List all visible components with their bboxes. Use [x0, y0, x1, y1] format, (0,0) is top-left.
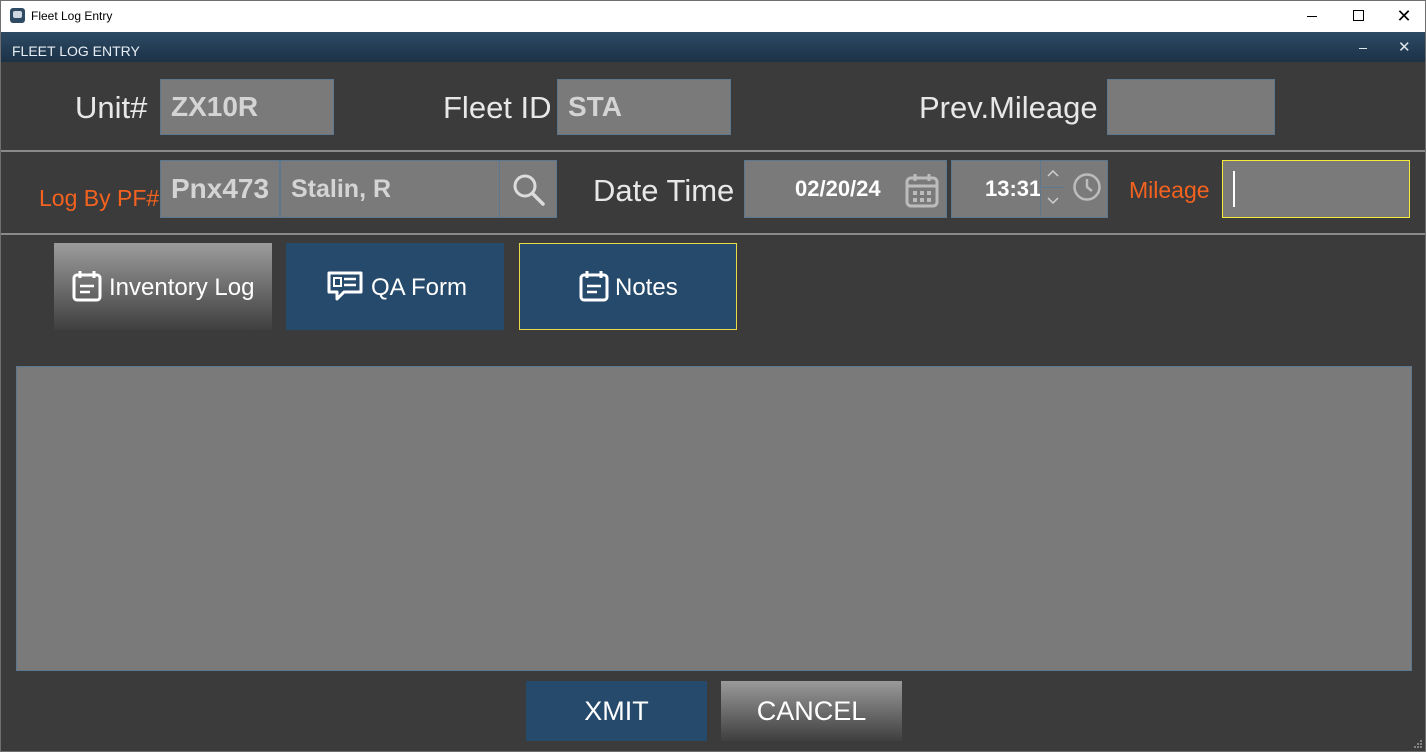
- prev-mileage-label: Prev.Mileage: [919, 90, 1098, 125]
- tab-label: QA Form: [371, 274, 468, 301]
- qa-chat-icon: [327, 271, 363, 301]
- os-titlebar: Fleet Log Entry ✕: [1, 1, 1425, 32]
- tab-notes[interactable]: Notes: [519, 243, 737, 330]
- unit-label: Unit#: [75, 90, 148, 125]
- date-value: 02/20/24: [795, 176, 881, 201]
- tab-inventory-log[interactable]: Inventory Log: [54, 243, 272, 330]
- fleet-id-label: Fleet ID: [443, 90, 552, 125]
- name-field[interactable]: Stalin, R: [280, 160, 500, 218]
- chevron-down-icon: [1047, 197, 1059, 205]
- minimize-button[interactable]: [1289, 1, 1335, 32]
- unit-field[interactable]: ZX10R: [160, 79, 334, 135]
- tab-label: Notes: [615, 274, 678, 301]
- app-header: FLEET LOG ENTRY ✕: [1, 32, 1425, 62]
- text-caret: [1233, 171, 1235, 207]
- calendar-note-icon: [72, 271, 102, 302]
- search-icon: [513, 174, 545, 206]
- app-window: Fleet Log Entry ✕ FLEET LOG ENTRY ✕ Unit…: [0, 0, 1426, 752]
- time-decrement-button[interactable]: [1040, 189, 1064, 216]
- window-title: Fleet Log Entry: [31, 9, 113, 23]
- fleet-id-field[interactable]: STA: [557, 79, 731, 135]
- date-field[interactable]: 02/20/24: [744, 160, 947, 218]
- maximize-button[interactable]: [1335, 1, 1381, 32]
- clock-icon[interactable]: [1072, 172, 1102, 202]
- close-button[interactable]: ✕: [1381, 1, 1425, 32]
- calendar-note-icon: [579, 271, 609, 302]
- app-minimize-button[interactable]: [1359, 48, 1367, 49]
- tab-qa-form[interactable]: QA Form: [286, 243, 504, 330]
- resize-grip-icon[interactable]: [1413, 739, 1423, 749]
- mileage-label: Mileage: [1129, 177, 1210, 203]
- pf-number-field[interactable]: Pnx473: [160, 160, 280, 218]
- xmit-button[interactable]: XMIT: [526, 681, 707, 741]
- divider: [1, 233, 1425, 235]
- divider: [1, 150, 1425, 152]
- chevron-up-icon: [1047, 169, 1059, 177]
- log-by-label: Log By PF#: [39, 185, 160, 211]
- tab-label: Inventory Log: [109, 274, 255, 301]
- app-header-title: FLEET LOG ENTRY: [12, 43, 140, 59]
- app-close-button[interactable]: ✕: [1398, 38, 1411, 56]
- time-value: 13:31: [985, 176, 1042, 201]
- cancel-button[interactable]: CANCEL: [721, 681, 902, 741]
- search-button[interactable]: [499, 160, 557, 218]
- prev-mileage-field[interactable]: [1107, 79, 1275, 135]
- notes-textarea[interactable]: [16, 366, 1412, 671]
- time-field[interactable]: 13:31: [951, 160, 1108, 218]
- date-time-label: Date Time: [593, 173, 735, 208]
- calendar-icon[interactable]: [905, 172, 939, 208]
- mileage-input[interactable]: [1222, 160, 1410, 218]
- time-increment-button[interactable]: [1040, 161, 1064, 188]
- app-icon: [10, 8, 25, 23]
